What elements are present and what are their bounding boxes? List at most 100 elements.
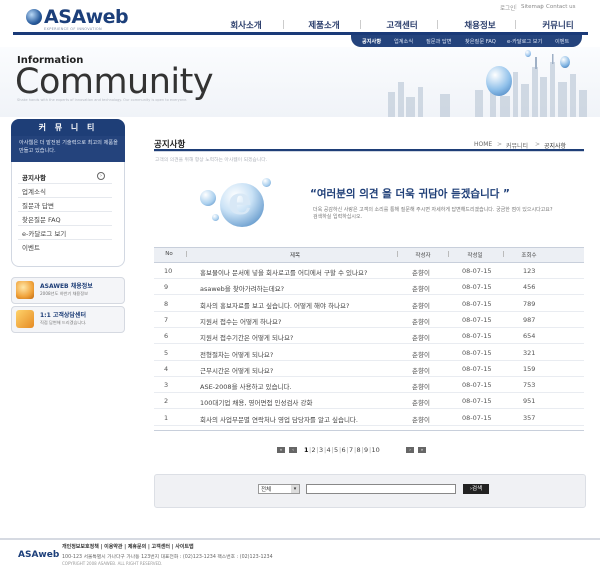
search-input[interactable] bbox=[306, 484, 456, 494]
subnav-catalog[interactable]: e-카달로그 보기 bbox=[507, 38, 542, 45]
contact-link[interactable]: Contact us bbox=[546, 4, 576, 10]
row-title-link[interactable]: 100대기업 채용, 영어면접 인성검사 강화 bbox=[200, 397, 312, 407]
row-title-link[interactable]: 지원서 접수는 어떻게 하나요? bbox=[200, 316, 281, 326]
gnb-support[interactable]: 고객센터 bbox=[372, 19, 432, 31]
row-date: 08-07-15 bbox=[462, 397, 492, 406]
orb-icon bbox=[262, 178, 271, 187]
row-views: 753 bbox=[523, 381, 536, 390]
site-logo[interactable]: ASAweb bbox=[44, 6, 129, 28]
search-button-label: 검색 bbox=[472, 486, 483, 492]
row-title-link[interactable]: asaweb을 찾아가려하는데요? bbox=[200, 283, 284, 293]
breadcrumb-home[interactable]: HOME bbox=[474, 141, 492, 148]
orb-icon bbox=[212, 214, 219, 221]
row-date: 08-07-15 bbox=[462, 381, 492, 390]
hero-title: Community bbox=[15, 62, 214, 102]
footer-address: 100-123 서울특별시 가나다구 가나동 123번지 대표전화 : (02)… bbox=[62, 555, 273, 560]
gnb-community[interactable]: 커뮤니티 bbox=[528, 19, 588, 31]
gnb-divider bbox=[283, 20, 284, 29]
gnb-divider bbox=[360, 20, 361, 29]
subnav-faq[interactable]: 찾은질문 FAQ bbox=[465, 38, 496, 45]
lnb-item-faq[interactable]: 찾은질문 FAQ bbox=[22, 214, 61, 224]
page-link[interactable]: 8 bbox=[357, 446, 361, 454]
recruit-banner-title: ASAWEB 채용정보 bbox=[40, 283, 93, 290]
first-page-button[interactable]: « bbox=[277, 447, 285, 453]
prev-page-button[interactable]: ‹ bbox=[289, 447, 297, 453]
row-title-link[interactable]: 근무시간은 어떻게 되나요? bbox=[200, 365, 273, 375]
col-no: No bbox=[165, 251, 173, 257]
row-date: 08-07-15 bbox=[462, 299, 492, 308]
footer-logo[interactable]: ASAweb bbox=[18, 550, 59, 560]
row-date: 08-07-15 bbox=[462, 267, 492, 275]
table-bottom-border bbox=[154, 430, 584, 431]
row-number: 2 bbox=[164, 397, 169, 406]
footer-links[interactable]: 개인정보보호정책 | 이용약관 | 제휴문의 | 고객센터 | 사이트맵 bbox=[62, 543, 194, 550]
last-page-button[interactable]: » bbox=[418, 447, 426, 453]
page-link[interactable]: 9 bbox=[364, 446, 368, 454]
row-author: 춘향이 bbox=[412, 285, 430, 294]
row-date: 08-07-15 bbox=[462, 364, 492, 373]
small-balloon-icon bbox=[560, 56, 570, 68]
search-button[interactable]: ›검색 bbox=[463, 484, 489, 494]
row-date: 08-07-15 bbox=[462, 332, 492, 341]
row-title-link[interactable]: 홍보물이나 문서에 넣을 회사로고를 어디에서 구할 수 있나요? bbox=[200, 267, 367, 277]
page-link[interactable]: 3 bbox=[319, 446, 323, 454]
page-link[interactable]: 10 bbox=[372, 446, 380, 454]
row-views: 357 bbox=[523, 413, 536, 422]
row-views: 321 bbox=[523, 348, 536, 357]
lnb-item-news[interactable]: 업계소식 bbox=[22, 186, 46, 196]
page-link[interactable]: 1 bbox=[304, 446, 309, 454]
lnb-title: 커 뮤 니 티 bbox=[11, 119, 125, 136]
gnb-recruit[interactable]: 채용정보 bbox=[450, 19, 510, 31]
lnb-item-notice[interactable]: 공지사항 bbox=[22, 172, 46, 182]
row-title-link[interactable]: 회사의 홍보자료를 보고 싶습니다. 어떻게 해야 하나요? bbox=[200, 300, 349, 310]
page-link[interactable]: 5 bbox=[334, 446, 338, 454]
row-title-link[interactable]: 지원서 접수기간은 어떻게 되나요? bbox=[200, 332, 293, 342]
lnb-item-catalog[interactable]: e-카달로그 보기 bbox=[22, 228, 66, 238]
page-link[interactable]: 4 bbox=[327, 446, 331, 454]
subnav-event[interactable]: 이벤트 bbox=[555, 38, 569, 45]
page-link[interactable]: 7 bbox=[349, 446, 353, 454]
col-views: 조회수 bbox=[521, 253, 537, 259]
row-number: 4 bbox=[164, 364, 169, 373]
util-divider: | bbox=[541, 4, 543, 10]
lnb-divider bbox=[18, 225, 112, 226]
row-author: 춘향이 bbox=[412, 317, 430, 326]
gnb-divider bbox=[515, 20, 516, 29]
logo-globe-icon[interactable] bbox=[26, 9, 42, 25]
row-views: 654 bbox=[523, 332, 536, 341]
row-title-link[interactable]: 전형절차는 어떻게 되나요? bbox=[200, 349, 273, 359]
lnb-item-qna[interactable]: 질문과 답변 bbox=[22, 200, 54, 210]
row-number: 6 bbox=[164, 332, 169, 341]
page-link[interactable]: 2 bbox=[312, 446, 316, 454]
subnav-qna[interactable]: 질문과 답변 bbox=[426, 38, 452, 45]
lnb-divider bbox=[18, 197, 112, 198]
row-title-link[interactable]: 회사의 사업부문별 연락처나 영업 담당자를 알고 싶습니다. bbox=[200, 414, 358, 424]
footer-copyright: COPYRIGHT 2008 ASAWEB. ALL RIGHT RESERVE… bbox=[62, 561, 163, 566]
lnb-divider bbox=[18, 183, 112, 184]
col-title: 제목 bbox=[289, 253, 301, 259]
row-date: 08-07-15 bbox=[462, 348, 492, 357]
lnb-item-event[interactable]: 이벤트 bbox=[22, 242, 40, 252]
col-divider bbox=[186, 251, 187, 257]
col-date: 작성일 bbox=[467, 253, 483, 259]
row-views: 159 bbox=[523, 364, 536, 373]
row-views: 789 bbox=[523, 299, 536, 308]
row-number: 5 bbox=[164, 348, 169, 357]
hot-air-balloon-icon bbox=[486, 66, 512, 96]
row-number: 1 bbox=[164, 413, 169, 422]
row-number: 8 bbox=[164, 299, 169, 308]
row-author: 춘향이 bbox=[412, 334, 430, 343]
lnb-description: 아사웹은 더 발전된 기술력으로 최고의 제품을 만들고 있습니다. bbox=[19, 140, 118, 154]
next-page-button[interactable]: › bbox=[406, 447, 414, 453]
login-link[interactable]: 로그인 bbox=[500, 4, 515, 12]
chevron-down-icon[interactable]: ▾ bbox=[291, 485, 299, 493]
gnb-products[interactable]: 제품소개 bbox=[294, 19, 354, 31]
row-date: 08-07-15 bbox=[462, 283, 492, 292]
subnav-notice[interactable]: 공지사항 bbox=[362, 38, 381, 45]
subnav-news[interactable]: 업계소식 bbox=[394, 38, 413, 45]
page-link[interactable]: 6 bbox=[342, 446, 346, 454]
row-number: 7 bbox=[164, 315, 169, 324]
gnb-company[interactable]: 회사소개 bbox=[216, 19, 276, 31]
row-views: 123 bbox=[523, 267, 536, 275]
row-title-link[interactable]: ASE-2008을 사용하고 있습니다. bbox=[200, 381, 292, 391]
